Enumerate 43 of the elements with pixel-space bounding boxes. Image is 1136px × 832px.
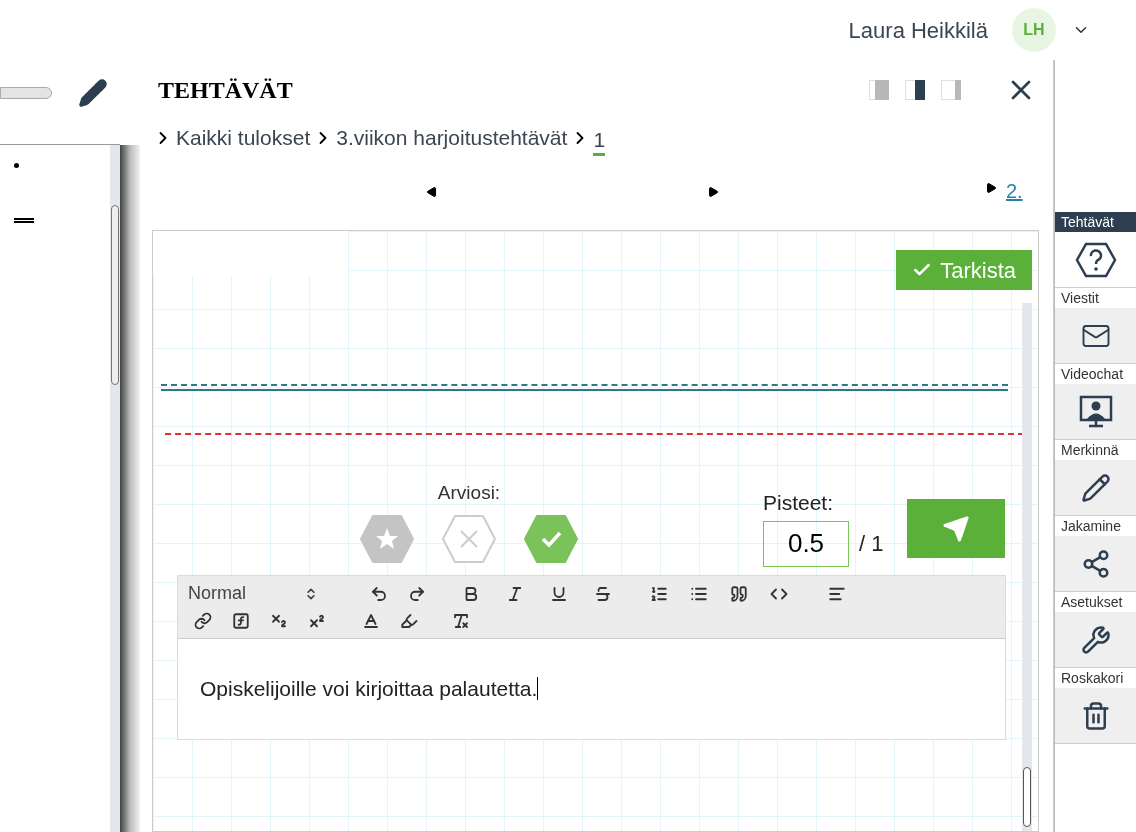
- scrollbar[interactable]: [1022, 303, 1032, 831]
- sidebar-tab[interactable]: Tehtävät: [1055, 212, 1136, 232]
- underline-icon: [550, 584, 568, 603]
- points-field[interactable]: 0.5: [763, 520, 849, 567]
- points-max: / 1: [859, 530, 884, 558]
- undo-icon: [370, 584, 388, 603]
- feedback-text[interactable]: Opiskelijoille voi kirjoittaa palautetta.: [200, 676, 539, 700]
- up-down-arrows-icon: [304, 586, 318, 601]
- paper-plane-icon: [942, 514, 971, 543]
- link-icon: [194, 611, 212, 630]
- formula-icon: [232, 611, 250, 630]
- pencil-icon[interactable]: [78, 78, 108, 108]
- quote-icon: [730, 584, 748, 603]
- clear-format-icon: [452, 611, 470, 630]
- text-color-icon: [362, 611, 380, 630]
- monitor-person-icon: [1077, 393, 1114, 430]
- layout-icon[interactable]: [905, 80, 925, 100]
- breadcrumb-link[interactable]: Kaikki tulokset: [176, 122, 311, 154]
- panel-title: TEHTÄVÄT: [158, 76, 293, 105]
- breadcrumb-link[interactable]: 1: [593, 126, 606, 156]
- redo-icon: [408, 584, 426, 603]
- user-name: Laura Heikkilä: [848, 16, 988, 45]
- wrench-icon: [1080, 624, 1111, 655]
- previous-triangle-icon[interactable]: [426, 186, 438, 198]
- double-line-icon: [14, 218, 34, 223]
- question-hexagon-icon: [1074, 241, 1117, 278]
- star-hexagon-icon[interactable]: [359, 513, 415, 564]
- check-hexagon-icon[interactable]: [523, 513, 579, 564]
- points-label: Pisteet:: [763, 490, 835, 516]
- scrollbar[interactable]: [110, 145, 120, 832]
- italic-icon: [506, 584, 524, 603]
- pencil-icon: [1080, 472, 1111, 503]
- background-color-icon: [400, 611, 418, 630]
- triangle-icon: [985, 182, 997, 194]
- send-button[interactable]: [907, 499, 1006, 558]
- format-select[interactable]: Normal: [188, 579, 328, 608]
- rating-label: Arviosi:: [437, 481, 501, 505]
- next-triangle-icon[interactable]: [707, 186, 719, 198]
- breadcrumb-link[interactable]: 3.viikon harjoitustehtävät: [336, 122, 568, 154]
- numbered-list-icon: [650, 584, 668, 603]
- next-task-link[interactable]: 2.: [1006, 176, 1023, 206]
- strikethrough-icon: [594, 584, 612, 603]
- slider-track[interactable]: [0, 87, 52, 99]
